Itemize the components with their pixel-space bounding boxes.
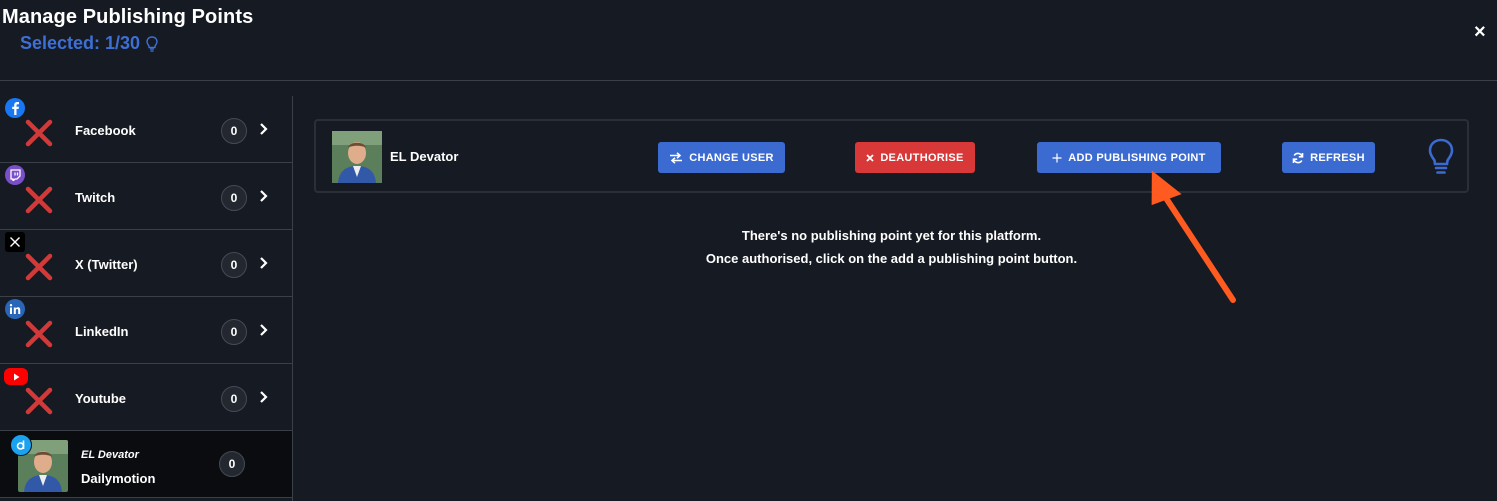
chevron-right-icon[interactable] [258, 188, 270, 204]
publishing-point-count: 0 [221, 319, 247, 345]
sidebar-item-label: Dailymotion [81, 471, 156, 486]
empty-state-line-1: There's no publishing point yet for this… [741, 228, 1042, 243]
facebook-icon [5, 98, 25, 118]
publishing-point-count: 0 [221, 118, 247, 144]
empty-state-message: There's no publishing point yet for this… [314, 224, 1469, 270]
linkedin-icon [5, 299, 25, 319]
sidebar-item-dailymotion[interactable]: EL Devator Dailymotion 0 [0, 431, 292, 498]
lightbulb-icon[interactable] [146, 35, 158, 52]
x-twitter-icon [5, 232, 25, 252]
publishing-point-count: 0 [221, 252, 247, 278]
not-authorised-icon [25, 186, 53, 214]
lightbulb-icon[interactable] [1426, 137, 1456, 177]
selected-count-label: Selected: 1/30 [20, 33, 141, 53]
account-card: EL Devator CHANGE USER DEAUTHORISE ADD P… [314, 119, 1469, 193]
annotation-arrow [1151, 170, 1236, 303]
youtube-icon [4, 368, 28, 385]
add-publishing-point-label: ADD PUBLISHING POINT [1068, 151, 1206, 164]
add-publishing-point-button[interactable]: ADD PUBLISHING POINT [1037, 142, 1221, 173]
refresh-icon [1292, 152, 1304, 163]
sidebar-item-label: X (Twitter) [75, 257, 138, 272]
account-name: EL Devator [390, 149, 459, 164]
publishing-point-count: 0 [221, 185, 247, 211]
sidebar-item-label: Twitch [75, 190, 116, 205]
sidebar-item-label: Facebook [75, 123, 136, 138]
page-title: Manage Publishing Points [2, 6, 254, 28]
deauthorise-button[interactable]: DEAUTHORISE [855, 142, 975, 173]
close-button[interactable]: × [1474, 22, 1492, 42]
sidebar-item-label: LinkedIn [75, 324, 129, 339]
change-user-button[interactable]: CHANGE USER [658, 142, 785, 173]
chevron-right-icon[interactable] [258, 322, 270, 338]
sidebar-item-youtube[interactable]: Youtube 0 [0, 364, 292, 431]
not-authorised-icon [25, 387, 53, 415]
twitch-icon [5, 165, 25, 185]
sidebar-item-linkedin[interactable]: LinkedIn 0 [0, 297, 292, 364]
platform-sidebar: Facebook 0 Twitch 0 X (Twitter) 0 Linked… [0, 96, 293, 501]
not-authorised-icon [25, 119, 53, 147]
change-user-label: CHANGE USER [689, 151, 774, 164]
empty-state-line-2: Once authorised, click on the add a publ… [705, 251, 1078, 266]
not-authorised-icon [25, 320, 53, 348]
dailymotion-icon [10, 434, 32, 456]
sidebar-item-facebook[interactable]: Facebook 0 [0, 96, 292, 163]
chevron-right-icon[interactable] [258, 255, 270, 271]
account-avatar [332, 131, 382, 183]
publishing-point-count: 0 [221, 386, 247, 412]
sidebar-item-x-twitter[interactable]: X (Twitter) 0 [0, 230, 292, 297]
deauthorise-label: DEAUTHORISE [880, 151, 964, 164]
plus-icon [1052, 153, 1062, 162]
chevron-right-icon[interactable] [258, 121, 270, 137]
sidebar-item-twitch[interactable]: Twitch 0 [0, 163, 292, 230]
not-authorised-icon [25, 253, 53, 281]
times-icon [866, 153, 874, 162]
publishing-point-count: 0 [219, 451, 245, 477]
refresh-button[interactable]: REFRESH [1282, 142, 1375, 173]
chevron-right-icon[interactable] [258, 389, 270, 405]
sidebar-item-label: Youtube [75, 391, 127, 406]
selected-count: Selected: 1/30 [20, 33, 158, 54]
header-divider [0, 80, 1497, 81]
dailymotion-username: EL Devator [81, 449, 139, 461]
refresh-label: REFRESH [1310, 151, 1365, 164]
swap-icon [670, 151, 683, 164]
